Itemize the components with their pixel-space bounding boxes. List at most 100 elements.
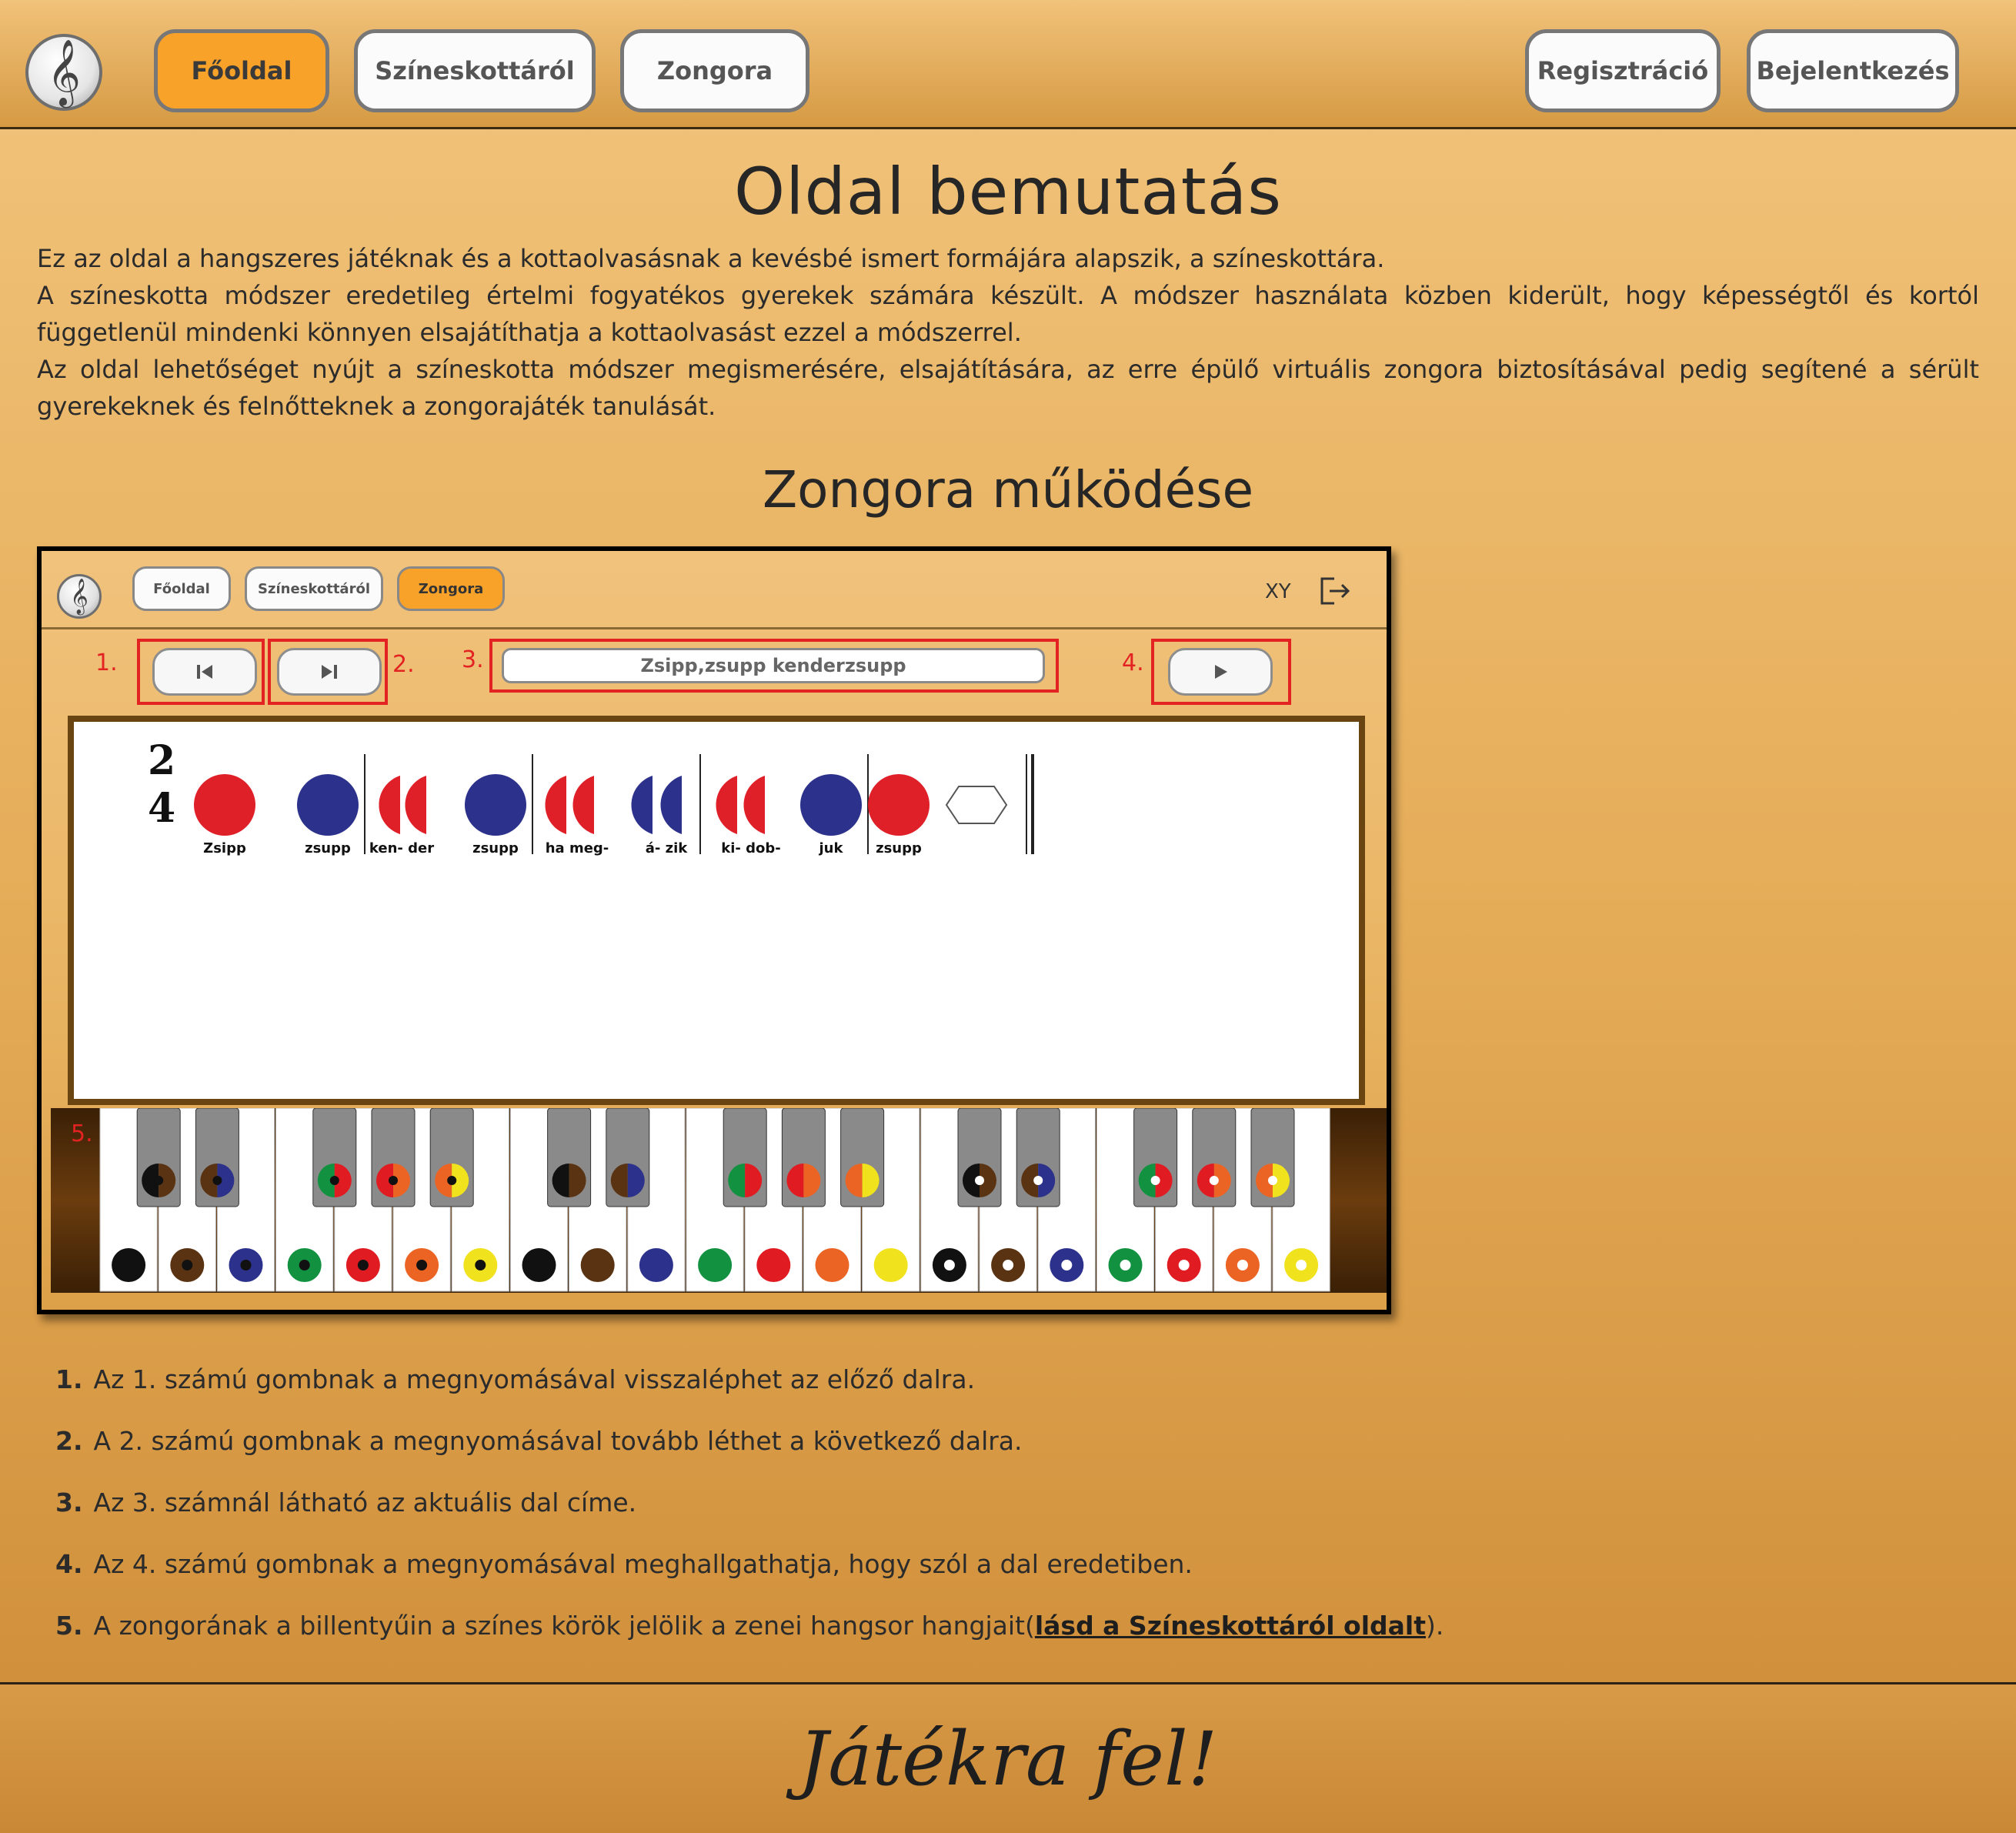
about-page-link[interactable]: lásd a Színeskottáról oldalt	[1035, 1611, 1426, 1641]
intro-paragraph-2: A színeskotta módszer eredetileg értelmi…	[37, 281, 1979, 347]
skip-next-icon	[322, 665, 337, 679]
black-key-octave-dot	[1033, 1176, 1043, 1185]
key-octave-dot	[475, 1260, 486, 1270]
note-red-half	[716, 776, 737, 834]
nav-home-button[interactable]: Főoldal	[154, 29, 329, 112]
label-2: 2.	[392, 651, 415, 678]
note-blue	[297, 774, 359, 836]
instruction-item: 2. A 2. számú gombnak a megnyomásával tov…	[55, 1425, 1023, 1456]
play-button	[1168, 648, 1273, 696]
piano-keys	[99, 1107, 1330, 1292]
rest-hexagon	[945, 786, 1008, 824]
footer: Játékra fel!	[0, 1682, 2016, 1833]
key-octave-dot	[357, 1260, 369, 1270]
footer-slogan: Játékra fel!	[798, 1715, 1218, 1802]
next-song-button	[277, 648, 382, 696]
black-key-octave-dot	[1268, 1176, 1277, 1185]
label-3: 3.	[462, 646, 484, 673]
key-octave-dot	[1120, 1260, 1131, 1270]
key-octave-dot	[1178, 1260, 1190, 1270]
song-title-field: Zsipp,zsupp kenderzsupp	[502, 648, 1045, 683]
key-color-dot	[522, 1248, 556, 1282]
key-octave-dot	[123, 1260, 135, 1270]
lyric: zsupp	[876, 840, 922, 856]
instruction-item: 4. Az 4. számú gombnak a megnyomásával me…	[55, 1548, 1193, 1579]
lyric: ken- der	[369, 840, 434, 856]
screenshot-about-button: Színeskottáról	[245, 566, 383, 611]
time-signature-top: 2	[148, 737, 175, 784]
label-4: 4.	[1122, 649, 1144, 676]
lyric: juk	[819, 840, 844, 856]
label-1: 1.	[95, 649, 118, 676]
key-octave-dot	[182, 1260, 193, 1270]
color-sheet-music: 2 4 Zsipp zsupp ken- der zsupp ha meg- á…	[68, 716, 1365, 1105]
piano-screenshot: 𝄞 Főoldal Színeskottáról Zongora XY 1. 2…	[37, 546, 1391, 1314]
logout-icon	[1320, 577, 1350, 605]
key-color-dot	[639, 1248, 673, 1282]
key-color-dot	[873, 1248, 908, 1282]
intro-paragraph-1: Ez az oldal a hangszeres játéknak és a k…	[37, 244, 1385, 273]
time-signature-bottom: 4	[148, 785, 175, 832]
note-red-half	[572, 776, 594, 834]
label-5: 5.	[71, 1120, 93, 1147]
note-red-half	[379, 776, 400, 834]
screenshot-piano-button: Zongora	[397, 566, 505, 611]
screenshot-home-button: Főoldal	[132, 566, 231, 611]
black-key-octave-dot	[154, 1176, 164, 1185]
black-key-octave-dot	[1150, 1176, 1160, 1185]
instruction-item: 5. A zongorának a billentyűin a színes kö…	[55, 1610, 1444, 1641]
treble-clef-icon[interactable]: 𝄞	[25, 34, 102, 111]
black-key-octave-dot	[212, 1176, 222, 1185]
intro-text: Ez az oldal a hangszeres játéknak és a k…	[37, 240, 1979, 425]
register-button[interactable]: Regisztráció	[1525, 29, 1721, 112]
key-color-dot	[815, 1248, 849, 1282]
login-button[interactable]: Bejelentkezés	[1747, 29, 1959, 112]
key-octave-dot	[1237, 1260, 1248, 1270]
key-octave-dot	[943, 1260, 955, 1270]
top-navigation: 𝄞 Főoldal Színeskottáról Zongora Regiszt…	[0, 0, 2016, 129]
black-key-octave-dot	[975, 1176, 984, 1185]
key-octave-dot	[416, 1260, 428, 1270]
black-key-octave-dot	[1209, 1176, 1219, 1185]
lyric: Zsipp	[203, 840, 246, 856]
note-blue-half	[631, 776, 653, 834]
screenshot-treble-clef-icon: 𝄞	[57, 574, 102, 619]
black-key-octave-dot	[329, 1176, 339, 1185]
note-blue	[465, 774, 526, 836]
note-blue-half	[660, 776, 682, 834]
key-color-dot	[756, 1248, 791, 1282]
lyric: ki- dob-	[721, 840, 780, 856]
instruction-item: 3. Az 3. számnál látható az aktuális dal …	[55, 1487, 637, 1517]
nav-about-button[interactable]: Színeskottáról	[354, 29, 596, 112]
instruction-list: 1. Az 1. számú gombnak a megnyomásával vi…	[55, 1348, 1902, 1656]
page-title: Oldal bemutatás	[734, 154, 1282, 229]
lyric: ha meg-	[546, 840, 609, 856]
black-key-octave-dot	[389, 1176, 398, 1185]
lyric: zsupp	[305, 840, 351, 856]
note-red-half	[545, 776, 566, 834]
key-color-dot	[580, 1248, 615, 1282]
piano-section-title: Zongora működése	[762, 460, 1254, 519]
lyric: á- zik	[646, 840, 689, 856]
intro-paragraph-3: Az oldal lehetőséget nyújt a színeskotta…	[37, 355, 1979, 421]
lyric: zsupp	[472, 840, 519, 856]
black-key-octave-dot	[447, 1176, 457, 1185]
note-red	[868, 774, 930, 836]
instruction-item: 1. Az 1. számú gombnak a megnyomásával vi…	[55, 1364, 976, 1394]
note-blue	[800, 774, 862, 836]
screenshot-username: XY	[1265, 580, 1291, 603]
key-color-dot	[698, 1248, 733, 1282]
sheet-music-drawing: 2 4 Zsipp zsupp ken- der zsupp ha meg- á…	[148, 737, 1034, 856]
virtual-piano: 5.	[51, 1107, 1387, 1293]
previous-song-button	[152, 648, 257, 696]
key-octave-dot	[299, 1260, 310, 1270]
key-octave-dot	[240, 1260, 252, 1270]
nav-piano-button[interactable]: Zongora	[620, 29, 809, 112]
key-octave-dot	[1003, 1260, 1014, 1270]
note-red-half	[405, 776, 426, 834]
note-red	[194, 774, 255, 836]
screenshot-navigation: 𝄞 Főoldal Színeskottáról Zongora XY	[42, 551, 1387, 629]
key-octave-dot	[1296, 1260, 1307, 1270]
key-octave-dot	[1061, 1260, 1073, 1270]
skip-previous-icon	[197, 665, 212, 679]
